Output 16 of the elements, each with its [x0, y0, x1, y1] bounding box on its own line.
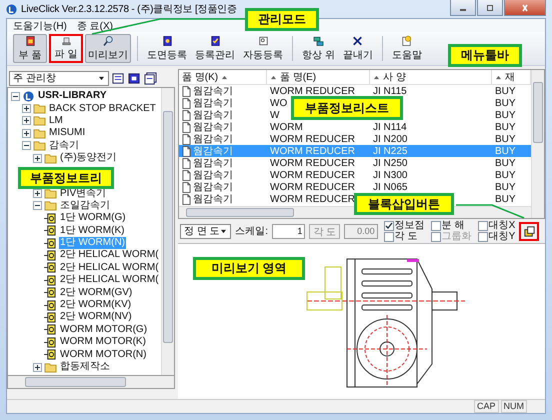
window-title: LiveClick Ver.2.3.12.2578 - (주)클릭정보 [정품인증 — [21, 3, 237, 16]
checkbox-label: 그룹화 — [442, 231, 472, 242]
checkbox-label: 정보점 — [394, 220, 425, 231]
annotation-tooltip: 미리보기 영역 — [193, 257, 305, 280]
annotation-tooltip: 관리모드 — [245, 8, 319, 31]
checkbox-label: 대칭Y — [488, 231, 516, 242]
status-indicator: NUM — [500, 400, 527, 413]
checkbox-label: 각 도 — [394, 231, 418, 242]
annotation-tooltip: 블록삽입버튼 — [354, 193, 454, 215]
checkbox-label: 분 해 — [442, 220, 464, 231]
annotation-tooltip: 부품정보트리 — [18, 167, 114, 189]
status-indicator: CAP — [474, 400, 498, 413]
checkbox-label: 대칭X — [488, 220, 516, 231]
scale-label: 스케일: — [235, 225, 268, 238]
annotation-tooltip: 부품정보리스트 — [291, 96, 403, 120]
annotation-tooltip: 메뉴툴바 — [448, 44, 522, 67]
